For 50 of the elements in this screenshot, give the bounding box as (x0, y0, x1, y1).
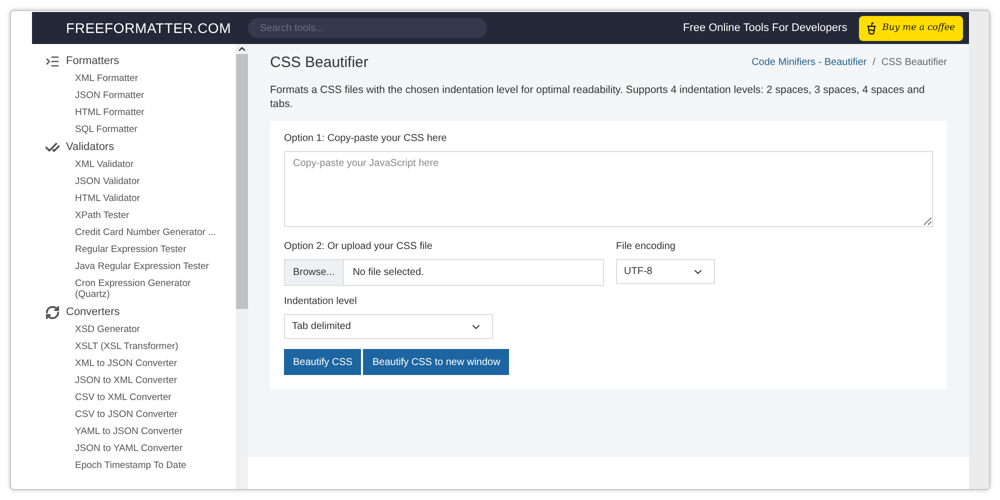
sidebar-link[interactable]: HTML Validator (45, 190, 222, 207)
field-label: Indentation level (284, 296, 358, 307)
sidebar-link[interactable]: XSLT (XSL Transformer) (45, 338, 222, 355)
tagline: Free Online Tools For Developers (682, 22, 848, 34)
sidebar-link[interactable]: XML to JSON Converter (45, 355, 222, 372)
description: Formats a CSS files with the chosen indentation level for optimal readability. Supports 4 indentation levels: 2 spaces, 3 spaces, 4 spaces and tabs. (270, 83, 926, 111)
sidebar-link[interactable]: Regular Expression Tester (45, 241, 222, 258)
file-field[interactable]: Browse... No file selected. (284, 259, 604, 286)
sidebar-link[interactable]: HTML Formatter (45, 104, 222, 121)
sidebar-link[interactable]: XML Validator (45, 156, 222, 173)
sidebar-link[interactable]: Java Regular Expression Tester (45, 258, 222, 275)
sidebar-link[interactable]: CSV to JSON Converter (45, 406, 222, 423)
sidebar-link[interactable]: XSD Generator (45, 321, 222, 338)
cup-icon (865, 22, 878, 34)
beautify-button[interactable]: Beautify CSS (284, 349, 362, 375)
page-title: CSS Beautifier (270, 54, 368, 71)
sidebar-link[interactable]: JSON Validator (45, 173, 222, 190)
sidebar-link[interactable]: CSV to XML Converter (45, 389, 222, 406)
site-logo[interactable]: FREEFORMATTER.COM (66, 20, 236, 36)
field-label: Option 2: Or upload your CSS file (284, 241, 434, 252)
encoding-select[interactable]: UTF-8 (616, 259, 715, 284)
sidebar-link[interactable]: Cron Expression Generator (Quartz) (45, 275, 222, 303)
scroll-up-icon[interactable] (237, 44, 247, 54)
field-label: File encoding (616, 241, 676, 252)
breadcrumb-current: CSS Beautifier (881, 57, 947, 68)
category-title[interactable]: Formatters (66, 55, 120, 67)
sidebar-link[interactable]: JSON to XML Converter (45, 372, 222, 389)
category-title[interactable]: Validators (66, 141, 114, 153)
search-field[interactable]: Search tools... (248, 18, 487, 38)
coffee-button[interactable]: Buy me a coffee (859, 16, 963, 40)
refresh-icon (45, 304, 60, 320)
sidebar-link[interactable]: XML Formatter (45, 70, 222, 87)
sidebar-link[interactable]: SQL Formatter (45, 121, 222, 138)
scrollbar-thumb[interactable] (236, 54, 248, 309)
indent-icon (45, 54, 60, 68)
indentation-select[interactable]: Tab delimited (284, 314, 493, 339)
sidebar-link[interactable]: JSON Formatter (45, 87, 222, 104)
scrollbar[interactable] (236, 44, 248, 489)
breadcrumb-link[interactable]: Code Minifiers - Beautifier (752, 57, 867, 68)
sidebar-link[interactable]: YAML to JSON Converter (45, 423, 222, 440)
beautify-button[interactable]: Beautify CSS to new window (363, 349, 510, 375)
sidebar-link[interactable]: Credit Card Number Generator ... (45, 224, 222, 241)
browse-button[interactable]: Browse... (285, 260, 344, 285)
sidebar-link[interactable]: JSON to YAML Converter (45, 440, 222, 457)
css-input-field[interactable]: Copy-paste your JavaScript here (284, 151, 933, 227)
sidebar-link[interactable]: XPath Tester (45, 207, 222, 224)
breadcrumb-separator: / (872, 57, 876, 68)
category-title[interactable]: Converters (66, 306, 120, 318)
field-label: Option 1: Copy-paste your CSS here (284, 133, 448, 144)
sidebar-link[interactable]: Epoch Timestamp To Date (45, 457, 222, 474)
